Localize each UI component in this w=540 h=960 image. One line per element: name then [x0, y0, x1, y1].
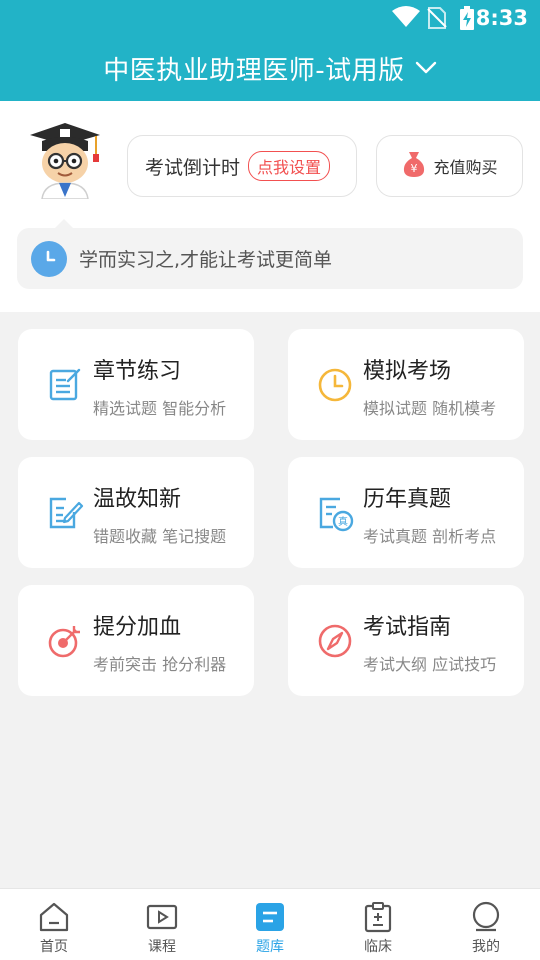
tab-label: 我的 — [472, 939, 500, 955]
status-time: 8:33 — [475, 6, 528, 30]
battery-icon — [459, 6, 475, 34]
chevron-down-icon — [415, 60, 437, 79]
note-pen-icon — [46, 494, 84, 532]
recharge-label: 充值购买 — [433, 158, 498, 177]
tab-label: 课程 — [148, 939, 176, 955]
clipboard-icon — [362, 901, 394, 933]
top-bar: 8:33 中医执业助理医师-试用版 — [0, 0, 540, 101]
tab-courses[interactable]: 课程 — [108, 889, 216, 960]
no-sim-icon — [427, 6, 447, 34]
tab-label: 首页 — [40, 939, 68, 955]
money-bag-icon: ¥ — [401, 150, 427, 182]
status-bar: 8:33 — [0, 0, 540, 36]
card-subtitle: 考前突击 抢分利器 — [93, 655, 227, 674]
wifi-icon — [392, 6, 420, 32]
card-subtitle: 模拟试题 随机模考 — [363, 399, 497, 418]
exam-countdown: 考试倒计时 点我设置 — [127, 135, 357, 197]
card-title: 温故知新 — [93, 487, 182, 512]
edit-list-icon — [46, 366, 84, 404]
card-title: 提分加血 — [93, 615, 182, 640]
target-icon — [46, 622, 84, 660]
card-score-boost[interactable]: 提分加血 考前突击 抢分利器 — [18, 585, 254, 696]
exam-selector[interactable]: 中医执业助理医师-试用版 — [0, 46, 540, 90]
tab-label: 临床 — [364, 939, 392, 955]
tab-label: 题库 — [256, 939, 284, 955]
exam-paper-icon: 真 — [316, 494, 354, 532]
svg-text:真: 真 — [338, 515, 348, 528]
card-title: 章节练习 — [93, 359, 182, 384]
home-icon — [38, 901, 70, 933]
page-title: 中医执业助理医师-试用版 — [103, 55, 405, 86]
card-exam-guide[interactable]: 考试指南 考试大纲 应试技巧 — [288, 585, 524, 696]
card-review[interactable]: 温故知新 错题收藏 笔记搜题 — [18, 457, 254, 568]
recharge-button[interactable]: ¥ 充值购买 — [376, 135, 523, 197]
card-subtitle: 考试真题 剖析考点 — [363, 527, 497, 546]
card-past-exams[interactable]: 真 历年真题 考试真题 剖析考点 — [288, 457, 524, 568]
question-bank-icon — [254, 901, 286, 933]
card-mock-exam[interactable]: 模拟考场 模拟试题 随机模考 — [288, 329, 524, 440]
doctor-avatar-icon — [26, 121, 104, 200]
card-subtitle: 考试大纲 应试技巧 — [363, 655, 497, 674]
card-subtitle: 精选试题 智能分析 — [93, 399, 227, 418]
header-panel: 考试倒计时 点我设置 ¥ 充值购买 学而实习之,才能让考试更简单 — [0, 101, 540, 312]
svg-text:¥: ¥ — [411, 162, 418, 175]
card-title: 考试指南 — [363, 615, 452, 640]
set-countdown-button[interactable]: 点我设置 — [248, 151, 331, 181]
profile-icon — [470, 901, 502, 933]
play-icon — [146, 901, 178, 933]
card-title: 模拟考场 — [363, 359, 452, 384]
tab-question-bank[interactable]: 题库 — [216, 889, 324, 960]
card-chapter-practice[interactable]: 章节练习 精选试题 智能分析 — [18, 329, 254, 440]
motto-text: 学而实习之,才能让考试更简单 — [79, 249, 333, 271]
motto-banner: 学而实习之,才能让考试更简单 — [17, 219, 523, 289]
compass-icon — [316, 622, 354, 660]
clock-icon — [31, 240, 67, 277]
clock-icon — [316, 366, 354, 404]
tab-clinical[interactable]: 临床 — [324, 889, 432, 960]
card-title: 历年真题 — [363, 487, 452, 512]
tab-profile[interactable]: 我的 — [432, 889, 540, 960]
countdown-label: 考试倒计时 — [145, 156, 241, 179]
tab-home[interactable]: 首页 — [0, 889, 108, 960]
bottom-nav: 首页 课程 题库 临床 我的 — [0, 888, 540, 960]
card-subtitle: 错题收藏 笔记搜题 — [93, 527, 227, 546]
